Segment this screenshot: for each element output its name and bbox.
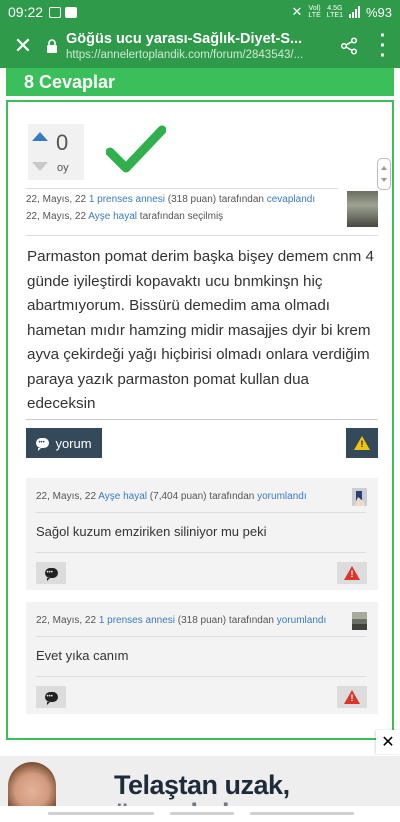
answers-count-header: 8 Cevaplar — [6, 68, 394, 96]
comment-date: 22, Mayıs, 22 — [36, 491, 97, 502]
nav-handle[interactable] — [48, 812, 154, 815]
answer-body: Parmaston pomat derim başka bişey demem … — [27, 248, 374, 412]
selected-date: 22, Mayıs, 22 — [26, 211, 87, 222]
battery-level: %93 — [365, 4, 392, 20]
comment-icon: ••• — [36, 438, 50, 451]
comment-by: tarafından — [209, 491, 255, 502]
system-nav-bar — [0, 806, 400, 822]
answer-meta: 22, Mayıs, 22 1 prenses annesi (318 puan… — [26, 194, 315, 205]
status-right: ✕ Vol) LTE 4.5G LTE1 %93 — [292, 4, 392, 20]
close-ad-icon[interactable]: ✕ — [376, 730, 400, 754]
vote-up-icon[interactable] — [32, 132, 48, 141]
comment-author-points: (318 puan) — [177, 615, 227, 626]
vote-label: oy — [57, 162, 69, 174]
scroll-up-icon — [381, 166, 387, 170]
warning-icon: ! — [354, 436, 370, 450]
divider — [26, 419, 378, 420]
close-tab-icon[interactable]: ✕ — [0, 33, 46, 59]
speed-bottom: LTE1 — [326, 12, 343, 19]
nav-handle[interactable] — [250, 812, 354, 815]
comment-author-points: (7,404 puan) — [149, 491, 207, 502]
comment-date: 22, Mayıs, 22 — [36, 615, 97, 626]
signal-icon — [348, 6, 360, 18]
comment-text: Sağol kuzum emziriken siliniyor mu peki — [36, 524, 267, 539]
divider — [36, 676, 366, 677]
warning-icon: ! — [344, 566, 360, 580]
divider — [36, 552, 366, 553]
reply-comment-button[interactable]: ••• — [36, 686, 66, 708]
comment-button-label: yorum — [55, 435, 92, 451]
answer-by: tarafından — [218, 194, 264, 205]
divider — [36, 512, 366, 513]
divider — [26, 235, 378, 236]
divider — [26, 188, 338, 189]
vote-down-icon[interactable] — [32, 162, 48, 171]
selected-meta: 22, Mayıs, 22 Ayşe hayal tarafından seçi… — [26, 211, 223, 222]
ad-subline: üç ay kolay — [114, 798, 260, 806]
answered-link[interactable]: cevaplandı — [267, 194, 315, 205]
ad-banner[interactable]: Telaştan uzak, üç ay kolay — [0, 756, 400, 806]
page-url: https://annelertoplandik.com/forum/28435… — [66, 49, 304, 61]
comment-button[interactable]: ••• yorum — [26, 428, 102, 458]
nav-handle[interactable] — [170, 812, 234, 815]
network-indicator: Vol) LTE — [308, 5, 320, 19]
answer-date: 22, Mayıs, 22 — [26, 194, 87, 205]
answer-author-points: (318 puan) — [167, 194, 217, 205]
comment-item: 22, Mayıs, 22 1 prenses annesi (318 puan… — [26, 602, 378, 714]
answer-author-avatar[interactable] — [347, 191, 378, 227]
notification-icons — [49, 6, 78, 18]
best-answer-check-icon — [106, 125, 166, 173]
ad-image — [8, 762, 56, 806]
comment-meta: 22, Mayıs, 22 Ayşe hayal (7,404 puan) ta… — [36, 491, 307, 502]
report-answer-button[interactable]: ! — [346, 428, 378, 458]
reply-comment-button[interactable]: ••• — [36, 562, 66, 584]
answer-author-link[interactable]: 1 prenses annesi — [89, 194, 165, 205]
divider — [36, 636, 366, 637]
scroll-handle[interactable] — [377, 158, 391, 190]
selector-user-link[interactable]: Ayşe hayal — [88, 211, 137, 222]
comment-author-link[interactable]: Ayşe hayal — [98, 491, 147, 502]
mute-icon: ✕ — [291, 4, 303, 19]
commented-link[interactable]: yorumlandı — [277, 615, 326, 626]
network-bottom: LTE — [308, 12, 321, 19]
check-notification-icon — [65, 6, 78, 18]
address-field[interactable]: Göğüs ucu yarası-Sağlık-Diyet-S... https… — [66, 31, 332, 61]
status-bar: 09:22 ✕ Vol) LTE 4.5G LTE1 %93 — [0, 0, 400, 24]
clock: 09:22 — [8, 4, 44, 20]
vote-box: 0 oy — [28, 124, 84, 180]
share-icon[interactable] — [332, 37, 366, 55]
lock-icon[interactable] — [46, 39, 58, 53]
page-title: Göğüs ucu yarası-Sağlık-Diyet-S... — [66, 31, 303, 47]
commented-link[interactable]: yorumlandı — [257, 491, 306, 502]
ad-headline: Telaştan uzak, — [114, 770, 290, 800]
comment-icon: ••• — [44, 692, 58, 705]
answer-card: 0 oy 22, Mayıs, 22 1 prenses annesi (318… — [6, 100, 394, 740]
comment-item: 22, Mayıs, 22 Ayşe hayal (7,404 puan) ta… — [26, 478, 378, 590]
selected-suffix: tarafından seçilmiş — [139, 211, 224, 222]
comment-by: tarafından — [228, 615, 274, 626]
comment-meta: 22, Mayıs, 22 1 prenses annesi (318 puan… — [36, 615, 326, 626]
comment-icon: ••• — [44, 568, 58, 581]
report-comment-button[interactable]: ! — [337, 562, 367, 584]
vote-count: 0 — [56, 130, 69, 155]
more-menu-icon[interactable]: · · · — [366, 26, 400, 66]
comment-author-link[interactable]: 1 prenses annesi — [99, 615, 175, 626]
speed-top: 4.5G — [327, 5, 343, 12]
speed-indicator: 4.5G LTE1 — [327, 5, 343, 19]
comment-author-avatar[interactable] — [352, 488, 367, 506]
warning-icon: ! — [344, 690, 360, 704]
comment-text: Evet yıka canım — [36, 648, 129, 663]
gallery-notification-icon — [49, 6, 62, 18]
browser-toolbar: ✕ Göğüs ucu yarası-Sağlık-Diyet-S... htt… — [0, 24, 400, 68]
comment-author-avatar[interactable] — [352, 612, 367, 630]
scroll-down-icon — [381, 178, 387, 182]
report-comment-button[interactable]: ! — [337, 686, 367, 708]
network-top: Vol) — [308, 5, 321, 12]
